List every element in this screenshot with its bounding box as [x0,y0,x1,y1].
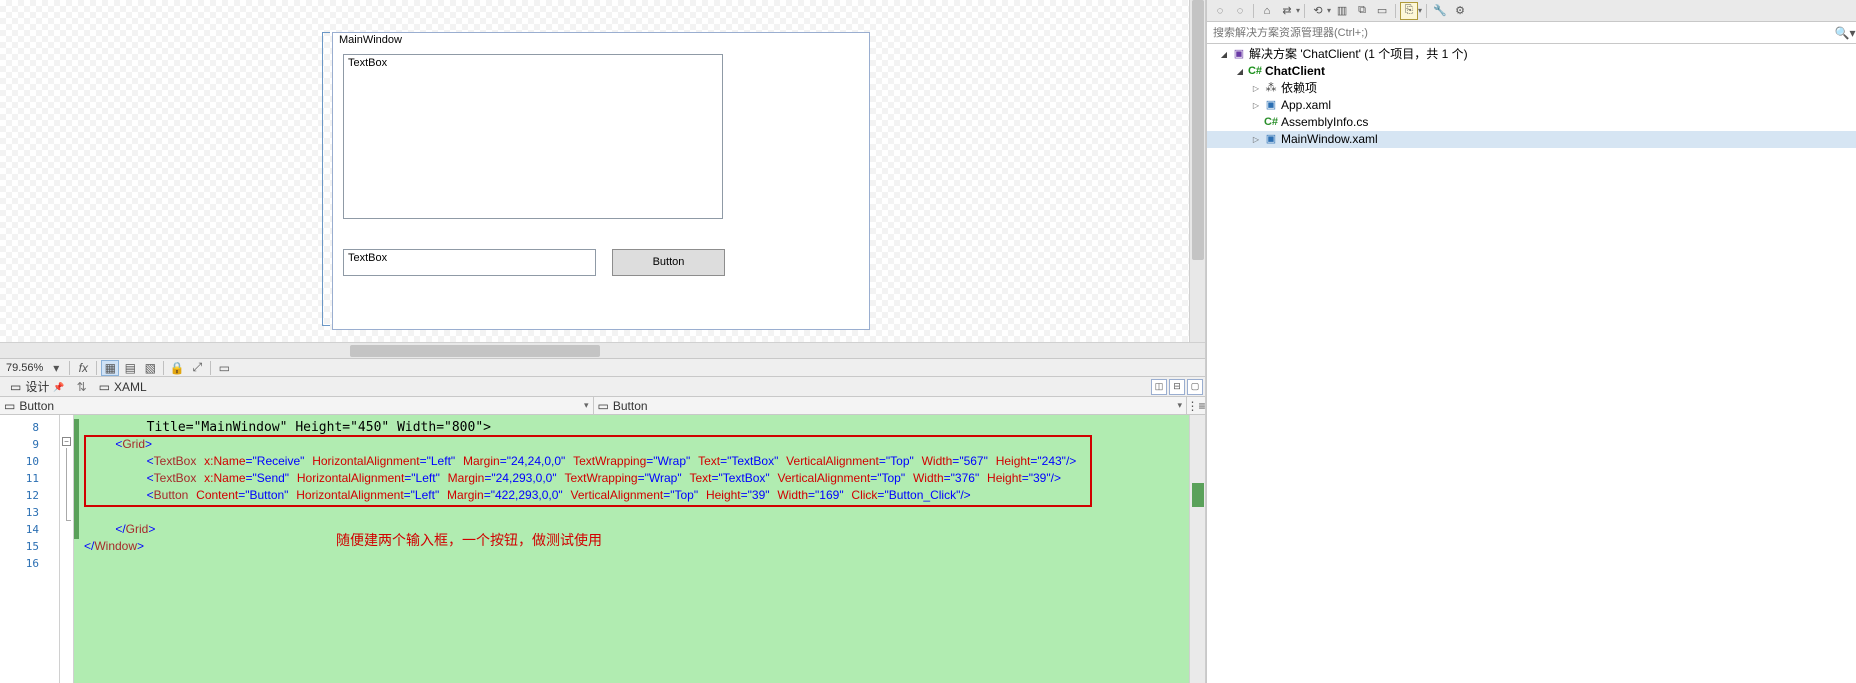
tree-app-xaml-node[interactable]: ▣ App.xaml [1207,97,1856,114]
tree-project-node[interactable]: C# ChatClient [1207,63,1856,80]
lock-icon[interactable]: 🔒 [168,360,186,376]
csproj-icon: C# [1247,63,1263,80]
tree-dependencies-node[interactable]: ⁂ 依赖项 [1207,80,1856,97]
grid-snap-icon[interactable]: ▦ [101,360,119,376]
design-tab-icon: ▭ [10,378,21,396]
code-content[interactable]: Title="MainWindow" Height="450" Width="8… [84,419,1187,555]
breadcrumb-right-icon: ▭ [598,399,609,413]
xaml-code-editor[interactable]: 8910111213141516 − Title="MainWindow" He… [0,415,1205,683]
designer-toolstrip: 79.56% ▾ fx ▦ ▤ ▧ 🔒 ⤢ ▭ [0,358,1205,376]
preview-window-title: MainWindow [333,33,869,48]
breadcrumb-options-icon[interactable]: ⋮≡ [1187,397,1205,414]
design-xaml-tabstrip: ▭ 设计 📌 ⇅ ▭ XAML ◫ ⊟ ▢ [0,376,1205,396]
fx-icon[interactable]: fx [74,360,92,376]
dependencies-label: 依赖项 [1279,80,1317,97]
tree-mainwindow-xaml-node[interactable]: ▣ MainWindow.xaml [1207,131,1856,148]
fold-toggle-icon[interactable]: − [62,437,71,446]
solution-search-input[interactable] [1207,27,1834,39]
nav-forward-icon[interactable]: ◌ [1231,2,1249,20]
home-icon[interactable]: ⌂ [1258,2,1276,20]
code-scrollbar-vertical[interactable] [1189,415,1205,683]
solution-tree[interactable]: ▣ 解决方案 'ChatClient' (1 个项目，共 1 个) C# Cha… [1207,44,1856,683]
designer-canvas[interactable]: MainWindow TextBox TextBox Button [0,0,1189,342]
breadcrumb-right[interactable]: ▭ Button ▾ [594,397,1188,414]
textbox-send[interactable]: TextBox [343,249,596,276]
properties-icon[interactable]: ▭ [1373,2,1391,20]
preview-window-client: TextBox TextBox Button [333,48,869,329]
tab-xaml[interactable]: ▭ XAML [91,378,155,396]
zoom-dropdown-icon[interactable]: ▾ [47,360,65,376]
show-all-files-icon[interactable]: ▥ [1333,2,1351,20]
project-label: ChatClient [1263,63,1325,80]
element-breadcrumb: ▭ Button ▾ ▭ Button ▾ ⋮≡ [0,396,1205,415]
designer-scrollbar-vertical[interactable] [1189,0,1205,342]
selection-bracket [322,32,330,326]
solution-search[interactable]: 🔍▾ [1207,22,1856,44]
tab-design-label: 设计 [25,378,49,396]
snap-lines-icon[interactable]: ▤ [121,360,139,376]
solution-toolbar: ◌ ◌ ⌂ ⇄▾ ⟲▾ ▥ ⧉ ▭ ⎘▾ 🔧 ⚙ [1207,0,1856,22]
collapse-pane-icon[interactable]: ▢ [1187,379,1203,395]
chevron-down-icon[interactable]: ▾ [584,400,589,411]
assemblyinfo-label: AssemblyInfo.cs [1279,114,1368,131]
breadcrumb-left-icon: ▭ [4,399,15,413]
solution-icon: ▣ [1231,46,1247,63]
breadcrumb-left[interactable]: ▭ Button ▾ [0,397,594,414]
solution-explorer: ◌ ◌ ⌂ ⇄▾ ⟲▾ ▥ ⧉ ▭ ⎘▾ 🔧 ⚙ 🔍▾ ▣ 解决方案 'Chat… [1206,0,1856,683]
editor-pane: MainWindow TextBox TextBox Button 79.56%… [0,0,1206,683]
device-icon[interactable]: ▭ [215,360,233,376]
textbox-receive[interactable]: TextBox [343,54,723,219]
solution-label: 解决方案 'ChatClient' (1 个项目，共 1 个) [1247,46,1468,63]
settings-icon[interactable]: ⚙ [1451,2,1469,20]
line-number-gutter: 8910111213141516 [0,415,60,683]
xaml-file-icon: ▣ [1263,97,1279,114]
fold-column[interactable]: − [60,415,74,683]
button-send[interactable]: Button [612,249,725,276]
annotation-text: 随便建两个输入框，一个按钮，做测试使用 [336,530,602,550]
wrench-icon[interactable]: 🔧 [1431,2,1449,20]
zoom-level[interactable]: 79.56% [4,362,45,374]
dependencies-icon: ⁂ [1263,80,1279,97]
chevron-down-icon[interactable]: ▾ [1177,400,1182,411]
tree-assemblyinfo-node[interactable]: C# AssemblyInfo.cs [1207,114,1856,131]
breadcrumb-left-label: Button [19,399,54,413]
snap-icon[interactable]: ⤢ [188,360,206,376]
pending-changes-filter-icon[interactable]: ⎘ [1400,2,1418,20]
designer-scrollbar-horizontal[interactable] [0,342,1205,358]
pin-icon: 📌 [53,378,64,396]
swap-panes-icon[interactable]: ⇅ [77,380,87,394]
preview-window[interactable]: MainWindow TextBox TextBox Button [332,32,870,330]
sync-icon[interactable]: ⟲ [1309,2,1327,20]
tab-design[interactable]: ▭ 设计 📌 [2,378,73,396]
tree-solution-node[interactable]: ▣ 解决方案 'ChatClient' (1 个项目，共 1 个) [1207,46,1856,63]
grid-toggle-icon[interactable]: ▧ [141,360,159,376]
search-icon[interactable]: 🔍▾ [1834,26,1856,40]
mainwindow-label: MainWindow.xaml [1279,131,1378,148]
split-vertical-icon[interactable]: ◫ [1151,379,1167,395]
tab-xaml-label: XAML [114,378,147,396]
cs-file-icon: C# [1263,114,1279,131]
breadcrumb-right-label: Button [613,399,648,413]
app-xaml-label: App.xaml [1279,97,1331,114]
collapse-all-icon[interactable]: ⧉ [1353,2,1371,20]
switch-views-icon[interactable]: ⇄ [1278,2,1296,20]
xaml-tab-icon: ▭ [99,378,110,396]
change-indicator [74,419,79,539]
xaml-file-icon: ▣ [1263,131,1279,148]
split-horizontal-icon[interactable]: ⊟ [1169,379,1185,395]
nav-back-icon[interactable]: ◌ [1211,2,1229,20]
designer-canvas-wrap: MainWindow TextBox TextBox Button [0,0,1205,358]
